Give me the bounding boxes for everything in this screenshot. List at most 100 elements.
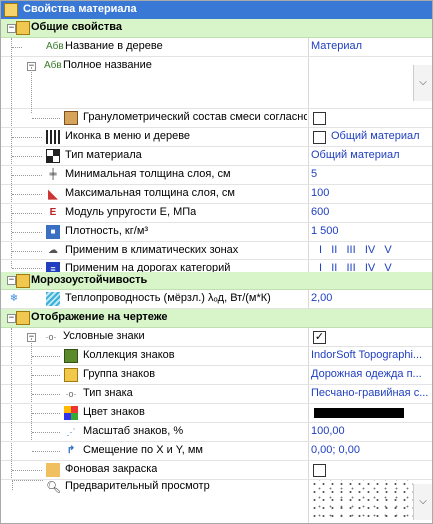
name-label: Название в дереве	[65, 40, 163, 52]
prop-grading[interactable]: Гранулометрический состав смеси согласно	[1, 109, 432, 128]
scale-icon: ⋰	[66, 427, 76, 437]
tree-branch	[12, 194, 42, 195]
prop-sign-color[interactable]: Цвет знаков	[1, 404, 432, 423]
collapse-icon[interactable]: −	[7, 24, 16, 33]
tree-line	[31, 67, 32, 113]
color-swatch[interactable]	[314, 408, 404, 418]
properties-icon	[16, 311, 30, 325]
root-row[interactable]: Свойства материала	[1, 1, 432, 19]
category-display[interactable]: − Отображение на чертеже	[1, 309, 432, 328]
type-value[interactable]: Общий материал	[311, 149, 429, 161]
max-label: Максимальная толщина слоя, см	[65, 187, 235, 199]
properties-icon	[16, 274, 30, 288]
collection-value[interactable]: IndorSoft Topographi...	[311, 349, 429, 361]
shift-label: Смещение по X и Y, мм	[83, 444, 203, 456]
group-value[interactable]: Дорожная одежда п...	[311, 368, 429, 380]
pattern-preview	[310, 480, 413, 523]
collapse-icon[interactable]: −	[7, 276, 16, 285]
tree-branch	[12, 175, 42, 176]
prop-min-thickness[interactable]: ╪ Минимальная толщина слоя, см 5	[1, 166, 432, 185]
prop-sign-collection[interactable]: Коллекция знаков IndorSoft Topographi...	[1, 347, 432, 366]
max-value[interactable]: 100	[311, 187, 429, 199]
prop-preview[interactable]: 🔍︎ Предварительный просмотр ⌵	[1, 480, 432, 523]
triangle-icon: ◣	[48, 186, 58, 201]
zones-label: Применим в климатических зонах	[65, 244, 239, 256]
tree-branch	[12, 137, 42, 138]
prop-icon[interactable]: Иконка в меню и дереве Общий материал	[1, 128, 432, 147]
panel-title: Свойства материала	[23, 3, 137, 15]
material-properties-panel: Свойства материала − Общие свойства Абв …	[0, 0, 433, 524]
prop-climate-zones[interactable]: ☁ Применим в климатических зонах I II II…	[1, 242, 432, 260]
zones-value[interactable]: I II III IV V	[319, 244, 432, 256]
dropdown-button[interactable]: ⌵	[413, 65, 432, 101]
prop-sign-type[interactable]: ·o· Тип знака Песчано-гравийная с...	[1, 385, 432, 404]
collection-icon	[64, 349, 78, 363]
tree-branch	[32, 451, 60, 452]
category-frost[interactable]: − Морозоустойчивость	[1, 272, 432, 290]
modulus-value[interactable]: 600	[311, 206, 429, 218]
text-icon: Абв	[44, 60, 62, 71]
prop-full-name[interactable]: − Абв Полное название ⌵	[1, 57, 432, 109]
tree-branch	[12, 156, 42, 157]
tree-branch	[12, 251, 42, 252]
name-value[interactable]: Материал	[311, 40, 429, 52]
fill-icon	[46, 463, 60, 477]
collapse-icon[interactable]: −	[7, 314, 16, 323]
tree-branch	[12, 480, 43, 490]
properties-icon	[16, 21, 30, 35]
text-icon: Абв	[46, 41, 64, 52]
group-icon	[64, 368, 78, 382]
tree-branch	[12, 232, 42, 233]
tree-branch	[32, 394, 60, 395]
density-label: Плотность, кг/м³	[65, 225, 149, 237]
prop-background-fill[interactable]: Фоновая закраска	[1, 461, 432, 480]
prop-thermal-conductivity[interactable]: ❄ Теплопроводность (мёрзл.) λₒд, Вт/(м*К…	[1, 290, 432, 309]
prop-elastic-modulus[interactable]: E Модуль упругости E, МПа 600	[1, 204, 432, 223]
checker-icon	[46, 149, 60, 163]
shift-value[interactable]: 0,00; 0,00	[311, 444, 429, 456]
symbol-dots-icon: ·o·	[65, 389, 77, 399]
prop-sign-shift[interactable]: ↱ Смещение по X и Y, мм 0,00; 0,00	[1, 442, 432, 461]
symbol-dots-icon: ·o·	[45, 332, 57, 342]
prop-sign-group[interactable]: Группа знаков Дорожная одежда п...	[1, 366, 432, 385]
modulus-label: Модуль упругости E, МПа	[65, 206, 197, 218]
prop-name-in-tree[interactable]: Абв Название в дереве Материал	[1, 38, 432, 57]
min-label: Минимальная толщина слоя, см	[65, 168, 231, 180]
min-value[interactable]: 5	[311, 168, 429, 180]
thermal-value[interactable]: 2,00	[311, 292, 429, 304]
prop-density[interactable]: ■ Плотность, кг/м³ 1 500	[1, 223, 432, 242]
prop-symbols[interactable]: − ·o· Условные знаки ✓	[1, 328, 432, 347]
color-label: Цвет знаков	[83, 406, 145, 418]
icon-value[interactable]: Общий материал	[331, 130, 431, 142]
density-value[interactable]: 1 500	[311, 225, 429, 237]
sign-type-value[interactable]: Песчано-гравийная с...	[311, 387, 429, 399]
full-name-label: Полное название	[63, 59, 152, 71]
prop-sign-scale[interactable]: ⋰ Масштаб знаков, % 100,00	[1, 423, 432, 442]
scale-value[interactable]: 100,00	[311, 425, 429, 437]
tree-branch	[32, 375, 60, 376]
thermal-label: Теплопроводность (мёрзл.) λₒд, Вт/(м*К)	[65, 292, 271, 304]
prop-material-type[interactable]: Тип материала Общий материал	[1, 147, 432, 166]
prop-max-thickness[interactable]: ◣ Максимальная толщина слоя, см 100	[1, 185, 432, 204]
sign-type-label: Тип знака	[83, 387, 133, 399]
grading-icon	[64, 111, 78, 125]
grading-checkbox[interactable]	[313, 112, 326, 125]
category-label: Отображение на чертеже	[31, 311, 168, 323]
icon-checkbox[interactable]	[313, 131, 326, 144]
magnifier-icon: 🔍︎	[46, 480, 62, 494]
dropdown-button[interactable]: ⌵	[413, 484, 432, 520]
category-label: Морозоустойчивость	[31, 274, 148, 286]
category-label: Общие свойства	[31, 21, 123, 33]
grading-label: Гранулометрический состав смеси согласно	[83, 111, 307, 123]
tree-branch	[12, 213, 42, 214]
thickness-icon: ╪	[49, 169, 57, 180]
background-fill-label: Фоновая закраска	[65, 463, 158, 475]
type-label: Тип материала	[65, 149, 142, 161]
tree-branch	[12, 268, 42, 269]
icon-label: Иконка в меню и дереве	[65, 130, 191, 142]
background-fill-checkbox[interactable]	[313, 464, 326, 477]
symbols-checkbox[interactable]: ✓	[313, 331, 326, 344]
scale-label: Масштаб знаков, %	[83, 425, 184, 437]
cloud-icon: ☁	[48, 245, 58, 256]
category-general[interactable]: − Общие свойства	[1, 19, 432, 38]
